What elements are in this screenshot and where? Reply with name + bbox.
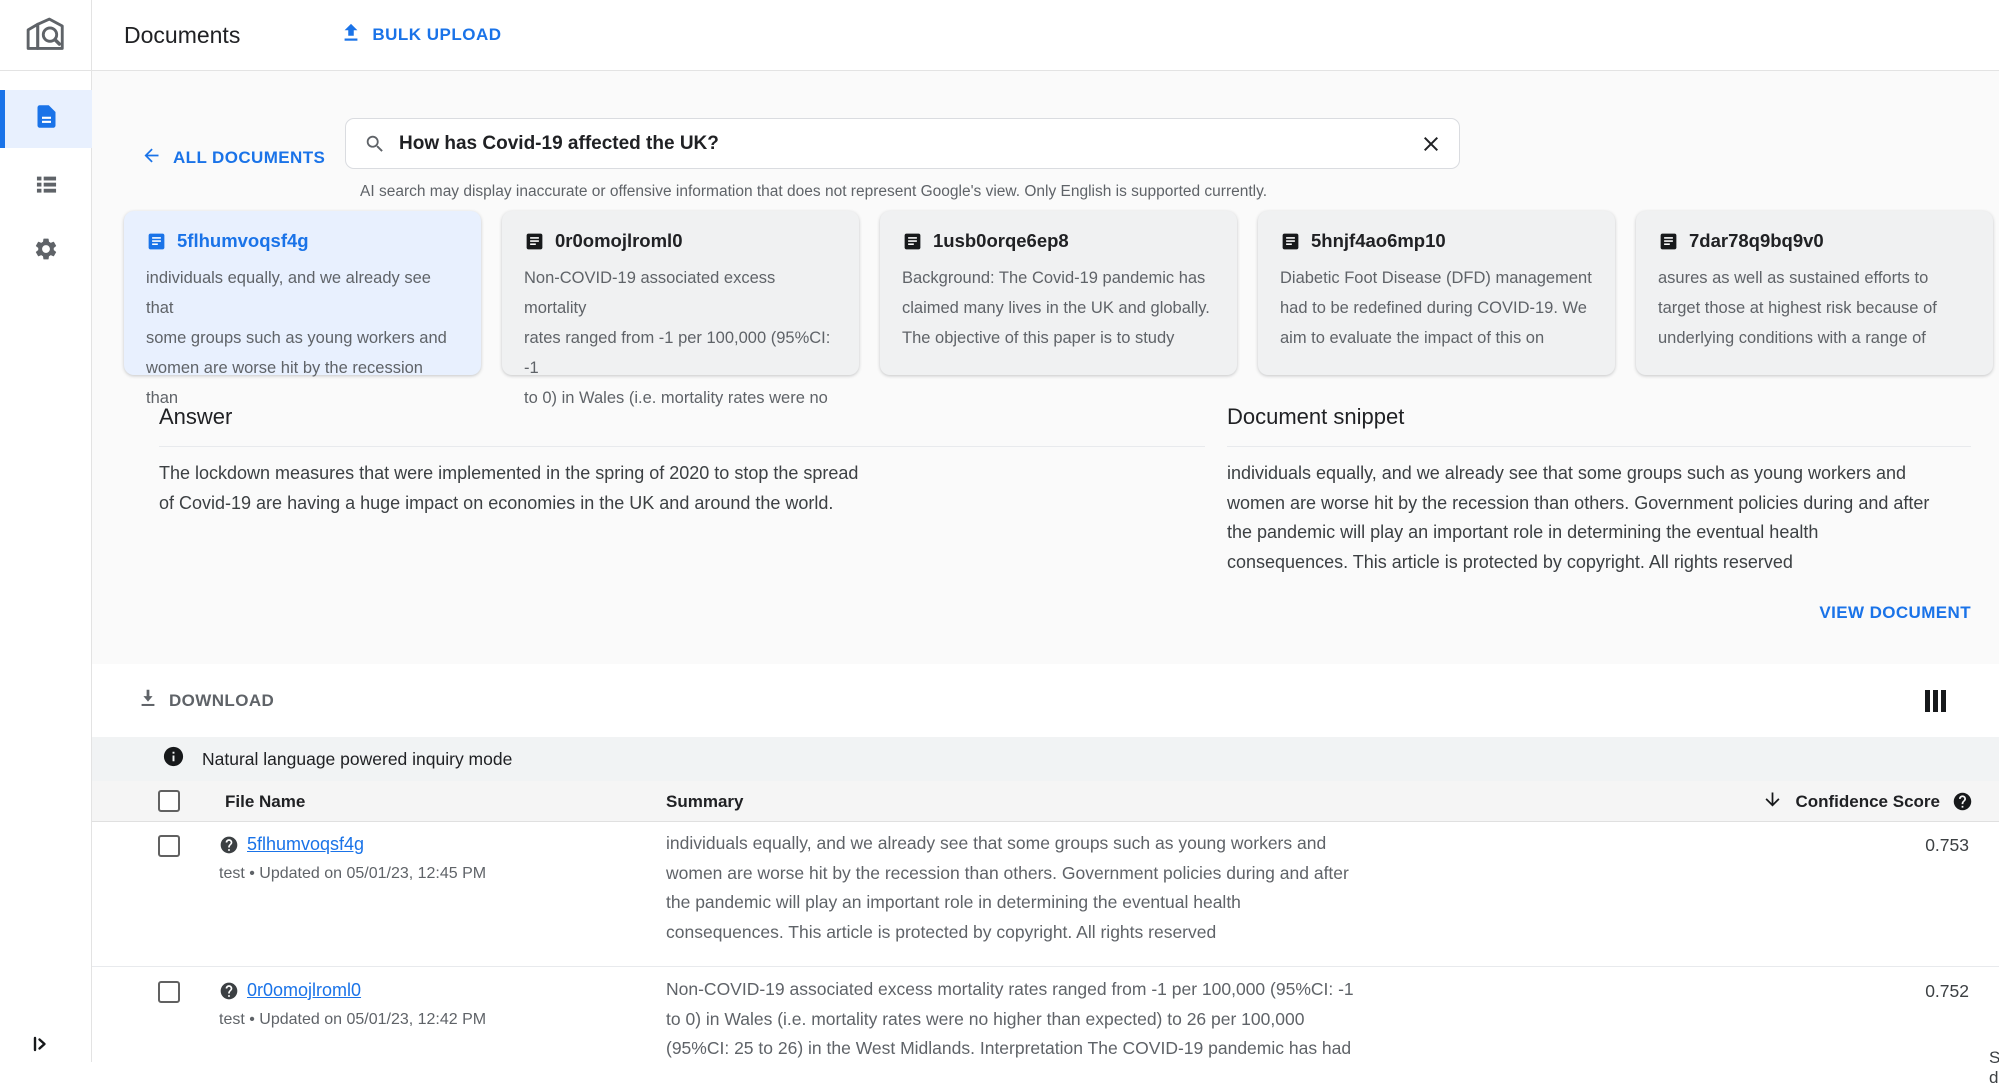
upload-icon — [340, 22, 362, 49]
active-indicator — [0, 90, 5, 148]
doc-warehouse-logo-icon — [22, 12, 68, 63]
expand-panel-icon[interactable] — [28, 1032, 52, 1061]
result-card[interactable]: 5hnjf4ao6mp10 Diabetic Foot Disease (DFD… — [1258, 211, 1615, 375]
bulk-upload-button[interactable]: BULK UPLOAD — [340, 22, 501, 49]
search-panel: ALL DOCUMENTS AI search may display inac… — [92, 71, 1999, 664]
summary-cell: individuals equally, and we already see … — [666, 829, 1496, 947]
column-header-confidence: Confidence Score — [1762, 781, 1973, 822]
back-arrow-icon — [141, 145, 162, 171]
show-debug-link[interactable]: Show debug — [1989, 1048, 1999, 1088]
info-icon — [162, 745, 185, 773]
help-icon[interactable] — [219, 835, 239, 855]
article-icon — [146, 231, 167, 252]
list-icon — [33, 171, 60, 203]
page-header: Documents BULK UPLOAD — [92, 0, 1999, 70]
row-checkbox[interactable] — [158, 981, 180, 1003]
row-checkbox[interactable] — [158, 835, 180, 857]
download-label: DOWNLOAD — [169, 691, 274, 711]
result-card[interactable]: 5flhumvoqsf4g individuals equally, and w… — [124, 211, 481, 375]
article-icon — [524, 231, 545, 252]
card-snippet: Background: The Covid-19 pandemic has cl… — [902, 263, 1215, 353]
column-header-summary: Summary — [666, 781, 743, 822]
file-meta: test • Updated on 05/01/23, 12:42 PM — [219, 1011, 649, 1029]
page-title: Documents — [124, 22, 240, 49]
result-card[interactable]: 1usb0orqe6ep8 Background: The Covid-19 p… — [880, 211, 1237, 375]
answer-text: The lockdown measures that were implemen… — [159, 447, 1205, 518]
summary-cell: Non-COVID-19 associated excess mortality… — [666, 975, 1496, 1064]
file-meta: test • Updated on 05/01/23, 12:45 PM — [219, 865, 649, 883]
card-doc-id: 0r0omojlroml0 — [555, 230, 683, 252]
confidence-score-value: 0.752 — [1925, 981, 1969, 1002]
card-doc-id: 7dar78q9bq9v0 — [1689, 230, 1824, 252]
sidebar-item-list[interactable] — [0, 158, 92, 216]
column-header-file-name: File Name — [225, 781, 305, 822]
file-name-link[interactable]: 5flhumvoqsf4g — [247, 834, 364, 855]
ai-disclaimer: AI search may display inaccurate or offe… — [360, 183, 1267, 201]
select-all-checkbox[interactable] — [158, 790, 180, 812]
document-snippet-text: individuals equally, and we already see … — [1227, 447, 1971, 577]
result-card[interactable]: 0r0omojlroml0 Non-COVID-19 associated ex… — [502, 211, 859, 375]
bulk-upload-label: BULK UPLOAD — [372, 25, 501, 45]
sidebar-item-documents[interactable] — [0, 90, 92, 148]
gear-icon — [33, 236, 59, 267]
download-icon — [137, 687, 159, 714]
answer-title: Answer — [159, 404, 1205, 447]
document-icon — [33, 103, 60, 135]
document-snippet-panel: Document snippet individuals equally, an… — [1227, 404, 1971, 623]
inquiry-mode-banner: Natural language powered inquiry mode — [92, 737, 1999, 781]
download-button[interactable]: DOWNLOAD — [137, 687, 274, 714]
sidebar — [0, 0, 92, 1062]
card-doc-id: 5hnjf4ao6mp10 — [1311, 230, 1446, 252]
result-cards: 5flhumvoqsf4g individuals equally, and w… — [124, 211, 1993, 375]
view-columns-icon[interactable] — [1925, 690, 1946, 712]
search-input[interactable] — [399, 133, 1419, 155]
file-name-cell: 0r0omojlroml0 test • Updated on 05/01/23… — [219, 980, 649, 1029]
search-icon — [364, 133, 386, 155]
card-snippet: asures as well as sustained efforts to t… — [1658, 263, 1971, 353]
view-document-link[interactable]: VIEW DOCUMENT — [1227, 603, 1971, 623]
confidence-score-label: Confidence Score — [1795, 792, 1940, 812]
card-doc-id: 5flhumvoqsf4g — [177, 230, 309, 252]
all-documents-label: ALL DOCUMENTS — [173, 148, 325, 168]
file-name-cell: 5flhumvoqsf4g test • Updated on 05/01/23… — [219, 834, 649, 883]
card-doc-id: 1usb0orqe6ep8 — [933, 230, 1069, 252]
article-icon — [902, 231, 923, 252]
banner-text: Natural language powered inquiry mode — [202, 749, 512, 770]
article-icon — [1658, 231, 1679, 252]
card-snippet: Diabetic Foot Disease (DFD) management h… — [1280, 263, 1593, 353]
result-card[interactable]: 7dar78q9bq9v0 asures as well as sustaine… — [1636, 211, 1993, 375]
all-documents-back-link[interactable]: ALL DOCUMENTS — [141, 145, 325, 171]
main-content: Documents BULK UPLOAD ALL DOCUMENTS — [92, 0, 1999, 1062]
help-icon[interactable] — [219, 981, 239, 1001]
article-icon — [1280, 231, 1301, 252]
card-snippet: individuals equally, and we already see … — [146, 263, 459, 413]
table-header: File Name Summary Confidence Score — [92, 781, 1999, 822]
file-name-link[interactable]: 0r0omojlroml0 — [247, 980, 361, 1001]
answer-panel: Answer The lockdown measures that were i… — [159, 404, 1205, 623]
table-row: 0r0omojlroml0 test • Updated on 05/01/23… — [92, 968, 1999, 1062]
help-icon[interactable] — [1952, 791, 1973, 812]
document-snippet-title: Document snippet — [1227, 404, 1971, 447]
search-box — [345, 118, 1460, 169]
answer-snippet-section: Answer The lockdown measures that were i… — [159, 404, 1971, 623]
card-snippet: Non-COVID-19 associated excess mortality… — [524, 263, 837, 413]
table-row: 5flhumvoqsf4g test • Updated on 05/01/23… — [92, 822, 1999, 967]
confidence-score-value: 0.753 — [1925, 835, 1969, 856]
clear-search-icon[interactable] — [1419, 132, 1443, 156]
sidebar-item-settings[interactable] — [0, 222, 92, 280]
header-divider — [0, 70, 1999, 71]
sort-descending-icon[interactable] — [1762, 789, 1783, 815]
